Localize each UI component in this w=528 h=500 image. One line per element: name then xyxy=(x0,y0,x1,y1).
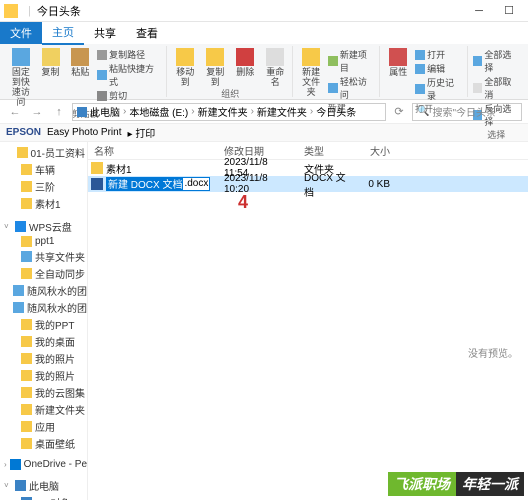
file-row[interactable]: 新建 DOCX 文档.docx2023/11/8 10:20DOCX 文档0 K… xyxy=(88,176,528,192)
sidebar: 01-员工资料车辆三阶素材1˅WPS云盘ppt1共享文件夹全自动同步随风秋水的团… xyxy=(0,142,88,500)
cut-button[interactable]: 剪切 xyxy=(97,89,127,102)
sidebar-item[interactable]: 随风秋水的团队 xyxy=(0,282,87,299)
col-name[interactable]: 名称 xyxy=(88,143,218,158)
epson-logo: EPSON xyxy=(6,127,41,138)
edit-button[interactable]: 编辑 xyxy=(415,62,445,75)
annotation-marker: 4 xyxy=(238,192,248,213)
open-button[interactable]: 打开 xyxy=(415,48,445,61)
selectnone-button[interactable]: 全部取消 xyxy=(473,75,520,101)
back-button[interactable]: ← xyxy=(6,103,24,121)
ribbon-group-clipboard: 固定到快 速访问 复制 粘贴 复制路径 粘贴快捷方式 剪切 剪贴板 xyxy=(4,46,167,97)
paste-button[interactable]: 粘贴 xyxy=(67,48,93,107)
sidebar-item[interactable]: 我的云图集 xyxy=(0,384,87,401)
breadcrumb-item[interactable]: 新建文件夹 xyxy=(257,104,307,119)
sidebar-item[interactable]: ˅WPS云盘 xyxy=(0,218,87,235)
breadcrumb[interactable]: 此电脑›本地磁盘 (E:)›新建文件夹›新建文件夹›今日头条 xyxy=(72,103,386,121)
sidebar-item[interactable]: 我的照片 xyxy=(0,350,87,367)
breadcrumb-item[interactable]: 此电脑 xyxy=(90,104,120,119)
folder-icon xyxy=(4,4,18,18)
easyaccess-button[interactable]: 轻松访问 xyxy=(328,75,375,101)
sidebar-item[interactable]: 共享文件夹 xyxy=(0,248,87,265)
file-list: 名称 修改日期 类型 大小 素材12023/11/8 11:54文件夹新建 DO… xyxy=(88,142,528,500)
sidebar-item[interactable]: 车辆 xyxy=(0,161,87,178)
sidebar-item[interactable]: 我的桌面 xyxy=(0,333,87,350)
ribbon-group-organize: 移动到 复制到 删除 重命名 组织 xyxy=(168,46,293,97)
ribbon-group-open: 属性 打开 编辑 历史记录 打开 xyxy=(381,46,467,97)
sidebar-item[interactable]: ˅此电脑 xyxy=(0,477,87,494)
sidebar-item[interactable]: 应用 xyxy=(0,418,87,435)
address-bar: ← → ↑ 此电脑›本地磁盘 (E:)›新建文件夹›新建文件夹›今日头条 ⟳ 🔍… xyxy=(0,100,528,124)
copyto-button[interactable]: 复制到 xyxy=(202,48,228,87)
sidebar-item[interactable]: 3D 对象 xyxy=(0,494,87,500)
minimize-button[interactable]: ─ xyxy=(464,1,494,21)
watermark: 飞派职场年轻一派 xyxy=(388,472,524,496)
sidebar-item[interactable]: 随风秋水的团队 xyxy=(0,299,87,316)
sidebar-item[interactable]: ›OneDrive - Pers xyxy=(0,458,87,471)
pin-button[interactable]: 固定到快 速访问 xyxy=(8,48,34,107)
copypath-button[interactable]: 复制路径 xyxy=(97,48,145,61)
newitem-button[interactable]: 新建项目 xyxy=(328,48,375,74)
delete-button[interactable]: 删除 xyxy=(232,48,258,87)
col-type[interactable]: 类型 xyxy=(298,143,356,158)
rename-button[interactable]: 重命名 xyxy=(262,48,288,87)
newfolder-button[interactable]: 新建 文件夹 xyxy=(298,48,324,101)
ribbon-group-new: 新建 文件夹 新建项目 轻松访问 新建 xyxy=(294,46,380,97)
sidebar-item[interactable]: 我的照片 xyxy=(0,367,87,384)
search-icon: 🔍 xyxy=(417,106,429,117)
breadcrumb-item[interactable]: 新建文件夹 xyxy=(198,104,248,119)
sidebar-item[interactable]: 素材1 xyxy=(0,195,87,212)
breadcrumb-item[interactable]: 今日头条 xyxy=(316,104,356,119)
properties-button[interactable]: 属性 xyxy=(385,48,411,102)
preview-empty: 没有预览。 xyxy=(468,345,518,360)
ribbon-group-select: 全部选择 全部取消 反向选择 选择 xyxy=(469,46,524,97)
rename-input[interactable]: 新建 DOCX 文档.docx xyxy=(106,177,210,191)
moveto-button[interactable]: 移动到 xyxy=(172,48,198,87)
col-date[interactable]: 修改日期 xyxy=(218,143,298,158)
sidebar-item[interactable]: 新建文件夹 xyxy=(0,401,87,418)
titlebar: | 今日头条 ─ ☐ xyxy=(0,0,528,22)
history-button[interactable]: 历史记录 xyxy=(415,76,462,102)
col-size[interactable]: 大小 xyxy=(356,143,396,158)
maximize-button[interactable]: ☐ xyxy=(494,1,524,21)
search-input[interactable]: 🔍 搜索"今日头条" xyxy=(412,103,522,121)
ribbon-tabs: 文件 主页 共享 查看 xyxy=(0,22,528,44)
selectall-button[interactable]: 全部选择 xyxy=(473,48,520,74)
tab-home[interactable]: 主页 xyxy=(42,21,84,45)
copy-button[interactable]: 复制 xyxy=(38,48,64,107)
breadcrumb-item[interactable]: 本地磁盘 (E:) xyxy=(129,104,188,119)
sidebar-item[interactable]: 桌面壁纸 xyxy=(0,435,87,452)
forward-button[interactable]: → xyxy=(28,103,46,121)
sidebar-item[interactable]: 全自动同步 xyxy=(0,265,87,282)
sidebar-item[interactable]: ppt1 xyxy=(0,235,87,248)
tab-share[interactable]: 共享 xyxy=(84,22,126,44)
epson-toolbar: EPSON Easy Photo Print ▸ 打印 xyxy=(0,124,528,142)
paste-shortcut-button[interactable]: 粘贴快捷方式 xyxy=(97,62,162,88)
refresh-button[interactable]: ⟳ xyxy=(390,103,408,121)
sidebar-item[interactable]: 01-员工资料 xyxy=(0,144,87,161)
tab-view[interactable]: 查看 xyxy=(126,22,168,44)
folder-icon xyxy=(91,162,103,174)
docx-icon xyxy=(91,178,103,190)
column-headers: 名称 修改日期 类型 大小 xyxy=(88,142,528,160)
ribbon: 固定到快 速访问 复制 粘贴 复制路径 粘贴快捷方式 剪切 剪贴板 移动到 复制… xyxy=(0,44,528,100)
up-button[interactable]: ↑ xyxy=(50,103,68,121)
sidebar-item[interactable]: 三阶 xyxy=(0,178,87,195)
sidebar-item[interactable]: 我的PPT xyxy=(0,316,87,333)
print-button[interactable]: ▸ 打印 xyxy=(128,125,156,140)
tab-file[interactable]: 文件 xyxy=(0,22,42,44)
window-title: 今日头条 xyxy=(37,3,81,19)
